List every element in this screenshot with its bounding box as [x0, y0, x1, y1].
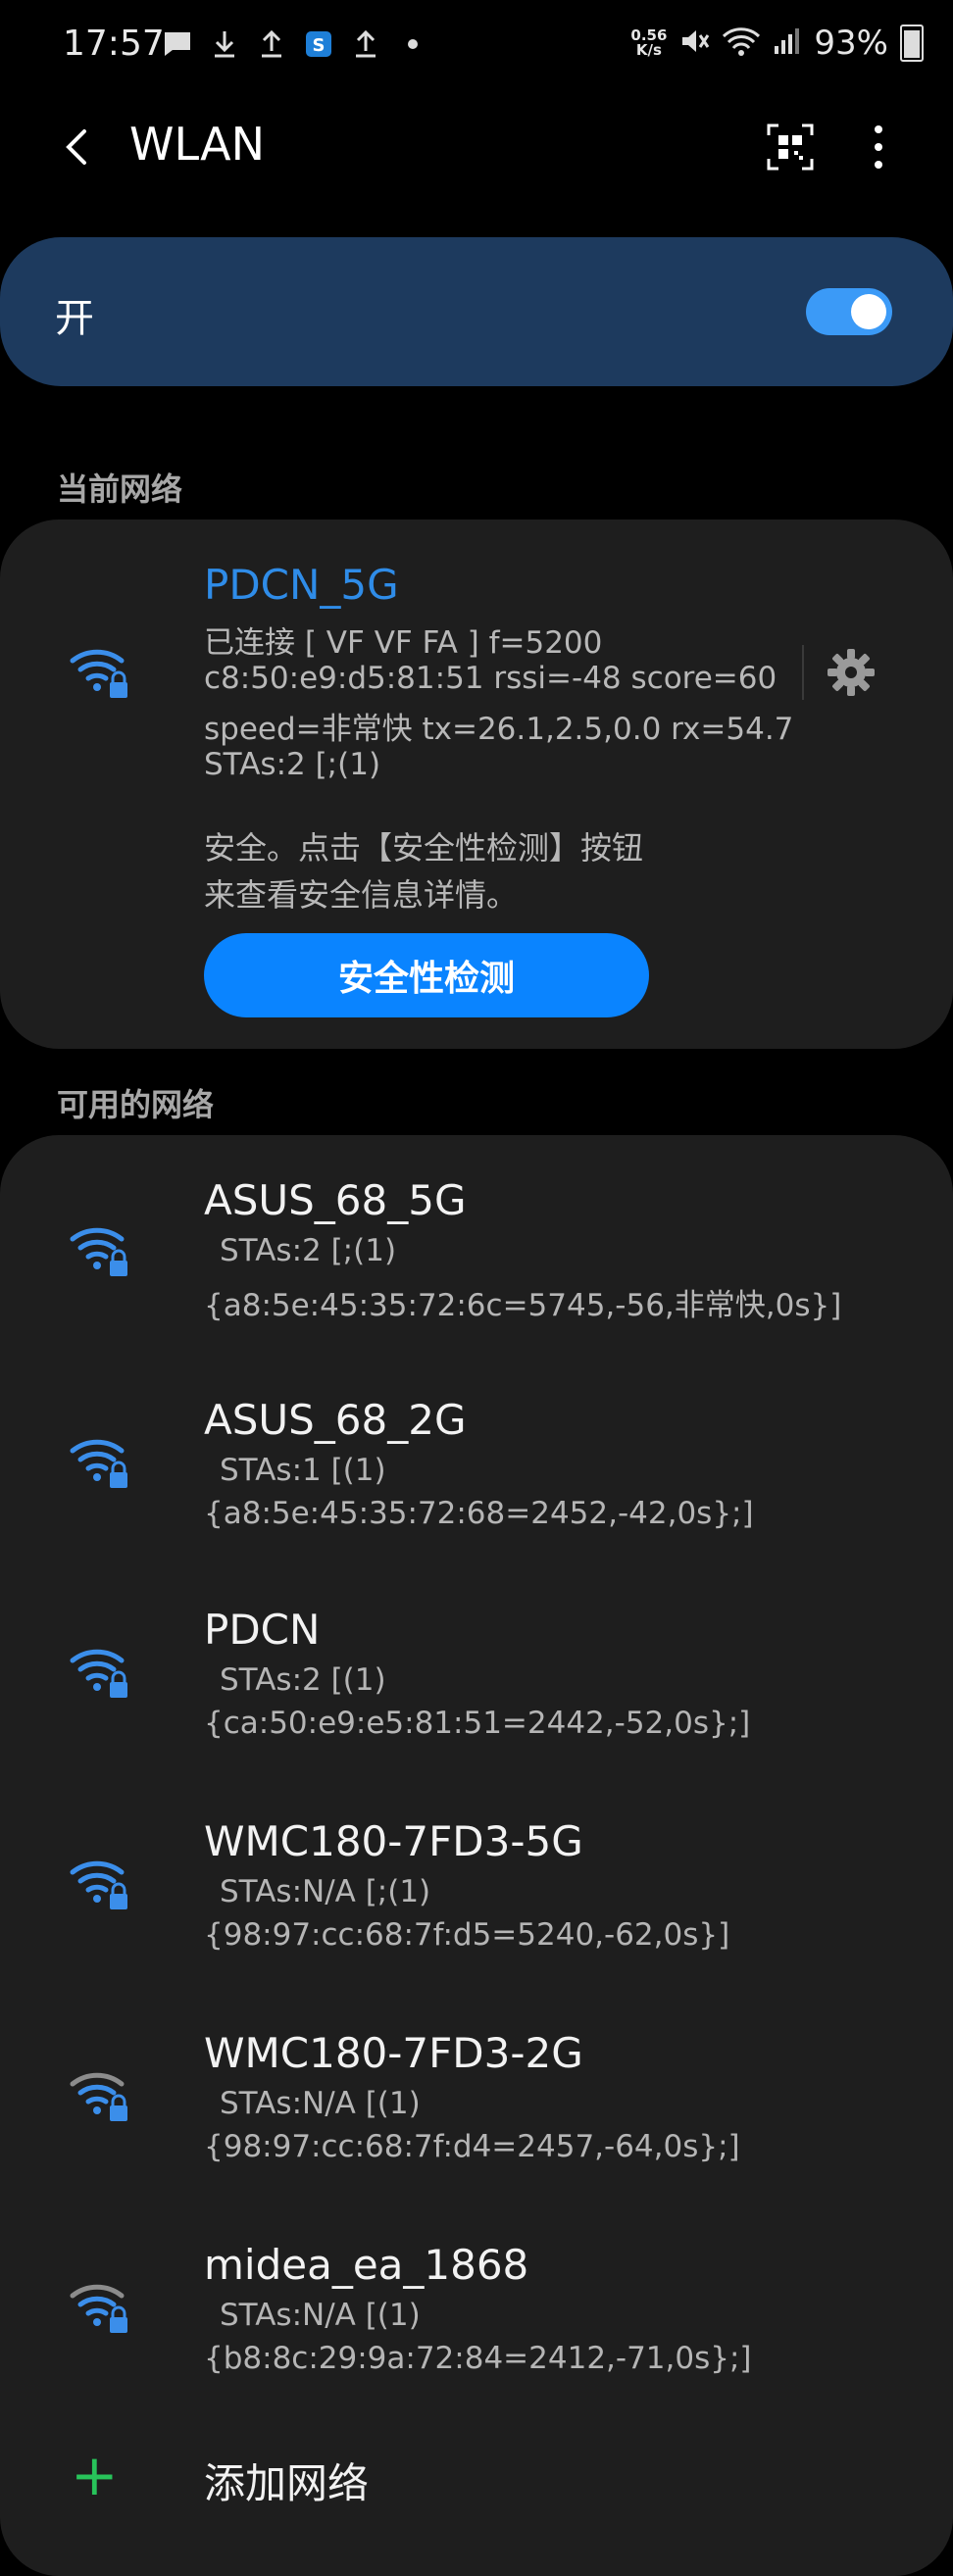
more-options-button[interactable]	[855, 122, 902, 173]
s-app-icon: S	[302, 27, 335, 61]
add-network-label: 添加网络	[204, 2459, 370, 2507]
gear-icon	[828, 649, 875, 696]
network-settings-button[interactable]	[824, 645, 878, 700]
network-detail: {b8:8c:29:9a:72:84=2412,-71,0s};]	[204, 2341, 752, 2376]
wifi-lock-icon	[70, 1649, 127, 1698]
network-stas: STAs:N/A [(1)	[220, 2298, 421, 2333]
wifi-lock-icon	[70, 1439, 127, 1488]
current-network-card[interactable]: PDCN_5G 已连接 [ VF VF FA ] f=5200 c8:50:e9…	[0, 520, 953, 1049]
net-speed-unit: K/s	[635, 41, 662, 59]
download-icon	[208, 27, 241, 61]
svg-text:S: S	[313, 35, 326, 56]
notification-icons: S	[161, 27, 429, 61]
more-vertical-icon	[875, 125, 882, 169]
plus-icon: +	[71, 2442, 119, 2508]
upload-icon	[349, 27, 382, 61]
current-network-heading: 当前网络	[57, 471, 183, 508]
security-text-line1: 安全。点击【安全性检测】按钮	[204, 829, 644, 867]
network-stas: STAs:N/A [;(1)	[220, 1874, 431, 1909]
battery-percent: 93%	[814, 24, 888, 63]
status-right: 0.56 K/s 93%	[630, 24, 924, 63]
network-detail: {ca:50:e9:e5:81:51=2442,-52,0s};]	[204, 1706, 751, 1741]
security-text-line2: 来查看安全信息详情。	[204, 876, 519, 914]
back-arrow-icon	[66, 129, 86, 165]
current-stas-line: STAs:2 [;(1)	[204, 747, 381, 782]
security-check-button[interactable]: 安全性检测	[204, 933, 649, 1017]
network-ssid: PDCN	[204, 1606, 321, 1654]
message-icon	[161, 27, 194, 61]
wifi-lock-medium-icon	[70, 2072, 127, 2121]
wifi-lock-icon	[70, 649, 127, 698]
network-ssid: WMC180-7FD3-5G	[204, 1817, 583, 1865]
current-ssid: PDCN_5G	[204, 561, 399, 609]
wlan-switch[interactable]	[806, 288, 892, 335]
signal-icon	[773, 26, 802, 60]
network-detail: {98:97:cc:68:7f:d5=5240,-62,0s}]	[204, 1917, 730, 1953]
qr-scan-button[interactable]	[765, 122, 816, 173]
qr-scan-icon	[767, 124, 814, 171]
page-title: WLAN	[129, 118, 266, 171]
wifi-icon	[722, 25, 761, 62]
wlan-toggle-label: 开	[55, 296, 94, 341]
wifi-lock-icon	[70, 1860, 127, 1909]
current-mac-line: c8:50:e9:d5:81:51 rssi=-48 score=60	[204, 661, 777, 696]
current-speed-line: speed=非常快 tx=26.1,2.5,0.0 rx=54.7	[204, 712, 794, 747]
network-ssid: ASUS_68_5G	[204, 1176, 467, 1224]
upload-icon	[255, 27, 288, 61]
network-stas: STAs:2 [;(1)	[220, 1233, 397, 1268]
network-stas: STAs:N/A [(1)	[220, 2086, 421, 2121]
vertical-divider	[802, 645, 804, 700]
wifi-lock-icon	[70, 1227, 127, 1276]
switch-knob	[851, 294, 886, 329]
current-status-line: 已连接 [ VF VF FA ] f=5200	[204, 625, 603, 661]
network-stas: STAs:2 [(1)	[220, 1662, 386, 1698]
network-ssid: ASUS_68_2G	[204, 1396, 467, 1444]
available-networks-card: ASUS_68_5G STAs:2 [;(1) {a8:5e:45:35:72:…	[0, 1135, 953, 2576]
status-bar: 17:57 S 0.56 K/s 93%	[0, 0, 953, 98]
network-detail: {a8:5e:45:35:72:6c=5745,-56,非常快,0s}]	[204, 1288, 842, 1323]
back-button[interactable]	[55, 124, 102, 171]
app-bar: WLAN	[0, 98, 953, 196]
dot-icon	[396, 27, 429, 61]
network-ssid: midea_ea_1868	[204, 2241, 529, 2289]
net-speed: 0.56 K/s	[630, 28, 667, 58]
wlan-toggle-card[interactable]: 开	[0, 237, 953, 386]
network-detail: {98:97:cc:68:7f:d4=2457,-64,0s};]	[204, 2129, 740, 2164]
battery-icon	[900, 25, 924, 62]
network-stas: STAs:1 [(1)	[220, 1453, 386, 1488]
network-ssid: WMC180-7FD3-2G	[204, 2029, 583, 2077]
wifi-lock-medium-icon	[70, 2284, 127, 2333]
available-networks-heading: 可用的网络	[57, 1086, 215, 1123]
network-detail: {a8:5e:45:35:72:68=2452,-42,0s};]	[204, 1496, 754, 1531]
mute-icon	[678, 25, 710, 61]
status-time: 17:57	[63, 24, 165, 64]
